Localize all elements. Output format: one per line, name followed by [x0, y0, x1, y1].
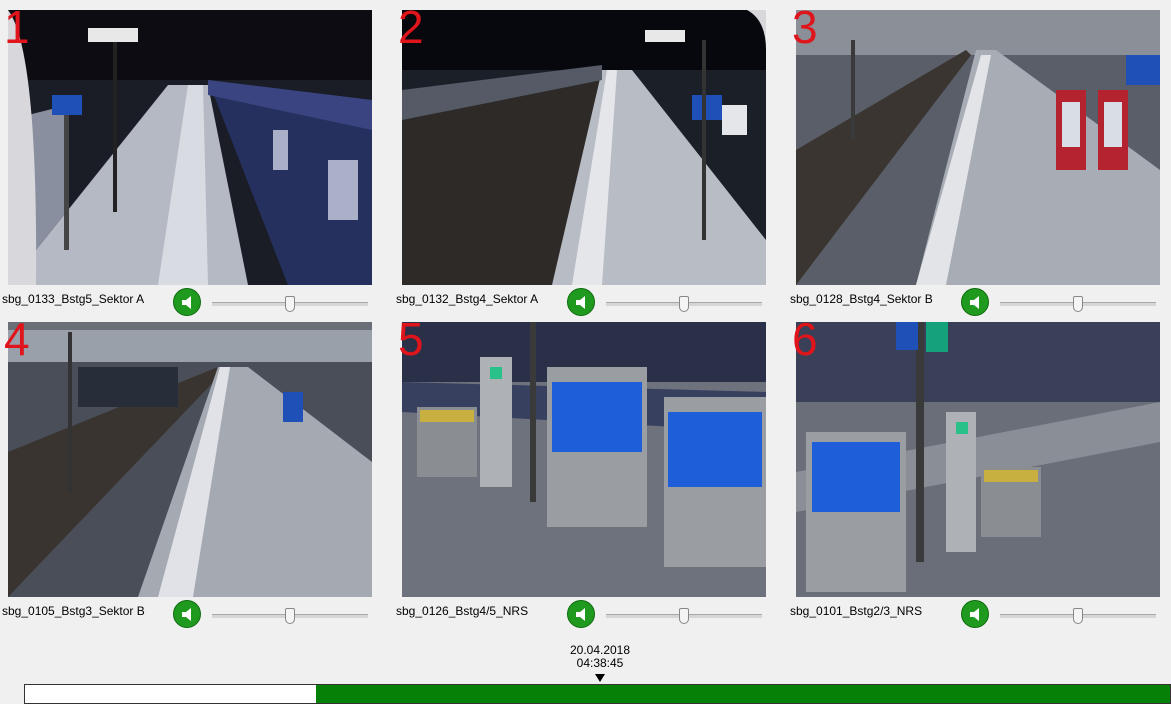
volume-slider[interactable] [606, 296, 762, 312]
camera-feed-5[interactable] [402, 322, 766, 597]
camera-feed-3[interactable] [796, 10, 1160, 285]
recorded-segment[interactable] [315, 685, 1170, 703]
speaker-button[interactable] [173, 288, 201, 316]
camera-number: 6 [792, 313, 818, 365]
volume-slider[interactable] [212, 296, 368, 312]
speaker-icon [970, 296, 979, 309]
camera-label: sbg_0101_Bstg2/3_NRS [790, 604, 923, 618]
camera-number: 1 [4, 1, 30, 53]
camera-feed-6[interactable] [796, 322, 1160, 597]
volume-slider-thumb[interactable] [679, 608, 689, 624]
speaker-button[interactable] [567, 600, 595, 628]
playhead-marker-icon[interactable] [595, 674, 605, 682]
timestamp-time: 04:38:45 [576, 656, 624, 670]
camera-image-6 [796, 322, 1160, 597]
camera-number: 3 [792, 1, 818, 53]
camera-controls-6: sbg_0101_Bstg2/3_NRS [788, 598, 1160, 628]
camera-image-2 [402, 10, 766, 285]
volume-slider-thumb[interactable] [1073, 296, 1083, 312]
speaker-icon [970, 608, 979, 621]
speaker-icon [576, 608, 585, 621]
volume-slider-thumb[interactable] [679, 296, 689, 312]
playback-timestamp: 20.04.2018 04:38:45 [540, 644, 660, 670]
speaker-button[interactable] [961, 600, 989, 628]
timeline-bar[interactable] [24, 684, 1171, 704]
camera-image-1 [8, 10, 372, 285]
camera-controls-4: sbg_0105_Bstg3_Sektor B [0, 598, 372, 628]
camera-number: 5 [398, 313, 424, 365]
volume-slider[interactable] [1000, 608, 1156, 624]
camera-controls-5: sbg_0126_Bstg4/5_NRS [394, 598, 766, 628]
volume-slider-thumb[interactable] [285, 296, 295, 312]
volume-slider[interactable] [212, 608, 368, 624]
speaker-button[interactable] [961, 288, 989, 316]
volume-slider[interactable] [1000, 296, 1156, 312]
camera-label: sbg_0126_Bstg4/5_NRS [396, 604, 529, 618]
camera-image-4 [8, 322, 372, 597]
speaker-button[interactable] [567, 288, 595, 316]
volume-slider-thumb[interactable] [1073, 608, 1083, 624]
camera-number: 4 [4, 313, 30, 365]
camera-feed-4[interactable] [8, 322, 372, 597]
camera-label: sbg_0132_Bstg4_Sektor A [396, 292, 539, 306]
camera-label: sbg_0105_Bstg3_Sektor B [2, 604, 145, 618]
speaker-icon [182, 608, 191, 621]
volume-slider-thumb[interactable] [285, 608, 295, 624]
camera-controls-2: sbg_0132_Bstg4_Sektor A [394, 286, 766, 316]
speaker-icon [576, 296, 585, 309]
volume-slider[interactable] [606, 608, 762, 624]
speaker-icon [182, 296, 191, 309]
camera-label: sbg_0128_Bstg4_Sektor B [790, 292, 933, 306]
camera-controls-3: sbg_0128_Bstg4_Sektor B [788, 286, 1160, 316]
camera-controls-1: sbg_0133_Bstg5_Sektor A [0, 286, 372, 316]
camera-number: 2 [398, 1, 424, 53]
speaker-button[interactable] [173, 600, 201, 628]
camera-feed-2[interactable] [402, 10, 766, 285]
camera-image-3 [796, 10, 1160, 285]
camera-label: sbg_0133_Bstg5_Sektor A [2, 292, 145, 306]
camera-feed-1[interactable] [8, 10, 372, 285]
camera-image-5 [402, 322, 766, 597]
